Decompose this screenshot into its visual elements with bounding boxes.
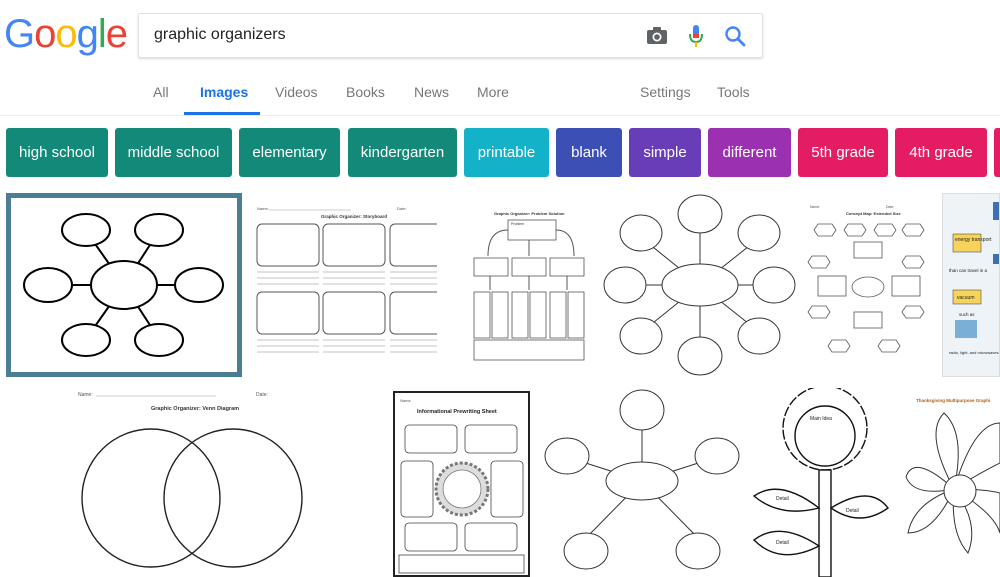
result-image-star-web[interactable] bbox=[544, 388, 740, 577]
logo-letter: G bbox=[4, 12, 35, 56]
tab-videos[interactable]: Videos bbox=[275, 84, 318, 100]
flower-main-idea: Main Idea bbox=[810, 416, 832, 422]
chip-4th-grade[interactable]: 4th grade bbox=[895, 128, 987, 177]
tab-tools[interactable]: Tools bbox=[717, 84, 750, 100]
logo-letter: e bbox=[105, 12, 128, 56]
tab-images[interactable]: Images bbox=[200, 84, 248, 100]
chip-printable[interactable]: printable bbox=[464, 128, 549, 177]
microphone-icon[interactable] bbox=[684, 24, 708, 48]
science-label-1: energy transport bbox=[955, 237, 992, 243]
result-image-prewriting-sheet[interactable]: Name Informational Prewriting Sheet bbox=[393, 391, 530, 577]
result-image-concept-map[interactable]: Name Date Concept Map: Extended Size bbox=[806, 200, 933, 368]
concept-name: Name bbox=[810, 205, 819, 209]
web-diagram bbox=[603, 194, 796, 376]
science-label-3: vacuum bbox=[957, 295, 975, 301]
venn-date: Date: bbox=[256, 392, 268, 398]
venn-name: Name: bbox=[78, 392, 93, 398]
storyboard-date: Date: bbox=[397, 206, 407, 211]
concept-date: Date bbox=[886, 205, 893, 209]
chip-high-school[interactable]: high school bbox=[6, 128, 108, 177]
chip-middle-school[interactable]: middle school bbox=[115, 128, 232, 177]
tab-more[interactable]: More bbox=[477, 84, 509, 100]
flower-detail-1: Detail bbox=[776, 496, 789, 502]
google-logo[interactable]: Google bbox=[4, 12, 128, 57]
related-search-chips: high school middle school elementary kin… bbox=[0, 128, 1000, 178]
storyboard-name: Name: bbox=[257, 206, 269, 211]
flower-detail-2: Detail bbox=[846, 508, 859, 514]
storyboard-title: Graphic Organizer: Storyboard bbox=[321, 214, 387, 219]
problem-label: Problem bbox=[511, 222, 524, 226]
tab-all[interactable]: All bbox=[153, 84, 169, 100]
chip-kindergarten[interactable]: kindergarten bbox=[348, 128, 457, 177]
result-image-storyboard[interactable]: Name: Date: Graphic Organizer: Storyboar… bbox=[251, 200, 437, 368]
logo-letter: o bbox=[55, 12, 77, 56]
tab-settings[interactable]: Settings bbox=[640, 84, 691, 100]
search-icon[interactable] bbox=[723, 24, 747, 48]
science-label-2: than can travel in a bbox=[949, 268, 988, 273]
problem-solution-diagram: Graphic Organizer: Problem Solution Prob… bbox=[473, 211, 585, 361]
bubble-map-diagram bbox=[23, 213, 224, 357]
chip-elementary[interactable]: elementary bbox=[239, 128, 340, 177]
logo-letter: o bbox=[34, 12, 56, 56]
chip-overflow[interactable] bbox=[994, 128, 1000, 177]
chip-simple[interactable]: simple bbox=[629, 128, 701, 177]
result-image-problem-solution[interactable]: Graphic Organizer: Problem Solution Prob… bbox=[466, 200, 593, 368]
prewriting-title: Informational Prewriting Sheet bbox=[417, 409, 497, 415]
result-image-thanksgiving-organizer[interactable]: Thanksgiving Multipurpose Graphi bbox=[904, 393, 1000, 577]
google-images-page: Google graphic organizers All Images Vid… bbox=[0, 0, 1000, 577]
header: Google graphic organizers All Images Vid… bbox=[0, 0, 1000, 116]
chip-different[interactable]: different bbox=[708, 128, 791, 177]
flower-diagram: Main Idea Detail Detail Detail bbox=[752, 388, 889, 577]
result-image-energy-transport[interactable]: energy transport than can travel in a va… bbox=[942, 193, 1000, 377]
prewriting-name: Name bbox=[400, 398, 411, 403]
flower-detail-3: Detail bbox=[776, 540, 789, 546]
logo-letter: g bbox=[76, 12, 99, 56]
active-tab-indicator bbox=[184, 112, 260, 115]
concept-map-diagram: Name Date Concept Map: Extended Size bbox=[807, 205, 925, 353]
venn-diagram: Name: Date: Graphic Organizer: Venn Diag… bbox=[78, 392, 303, 568]
star-web-diagram bbox=[544, 389, 740, 570]
result-image-venn-diagram[interactable]: Name: Date: Graphic Organizer: Venn Diag… bbox=[76, 388, 310, 577]
storyboard-diagram: Name: Date: Graphic Organizer: Storyboar… bbox=[256, 206, 437, 353]
search-input[interactable]: graphic organizers bbox=[154, 26, 286, 44]
science-label-5: radio, light, and microwaves bbox=[949, 350, 999, 355]
search-tabs: All Images Videos Books News More Settin… bbox=[0, 74, 1000, 116]
problem-title: Graphic Organizer: Problem Solution bbox=[494, 211, 565, 216]
chip-5th-grade[interactable]: 5th grade bbox=[798, 128, 888, 177]
concept-title: Concept Map: Extended Size bbox=[846, 211, 901, 216]
science-label-4: such as bbox=[959, 312, 975, 317]
tab-books[interactable]: Books bbox=[346, 84, 385, 100]
venn-title: Graphic Organizer: Venn Diagram bbox=[151, 406, 239, 412]
camera-icon[interactable] bbox=[645, 24, 669, 48]
result-image-bubble-map[interactable] bbox=[6, 193, 242, 377]
chip-blank[interactable]: blank bbox=[556, 128, 622, 177]
energy-transport-diagram: energy transport than can travel in a va… bbox=[943, 194, 999, 376]
result-image-web-diagram[interactable] bbox=[603, 193, 797, 377]
prewriting-diagram: Name Informational Prewriting Sheet bbox=[398, 398, 525, 574]
thanksgiving-diagram: Thanksgiving Multipurpose Graphi bbox=[905, 398, 1000, 554]
search-box[interactable]: graphic organizers bbox=[138, 13, 763, 58]
thanksgiving-title: Thanksgiving Multipurpose Graphi bbox=[916, 398, 990, 403]
logo-letter: l bbox=[97, 12, 107, 56]
result-image-flower-organizer[interactable]: Main Idea Detail Detail Detail bbox=[750, 388, 895, 577]
tab-news[interactable]: News bbox=[414, 84, 449, 100]
